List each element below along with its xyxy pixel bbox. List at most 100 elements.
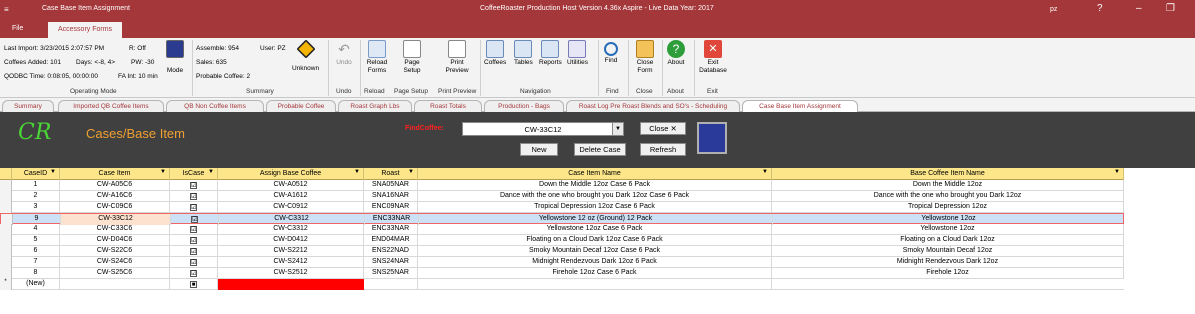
case-item-cell[interactable]: CW-C09C6	[60, 202, 170, 213]
record-selector[interactable]	[0, 246, 12, 257]
tab-qb-non-coffee-items[interactable]: QB Non Coffee Items	[166, 100, 264, 112]
exit-database-button[interactable]: ✕ Exit Database	[698, 40, 728, 75]
print-preview-button[interactable]: Print Preview	[441, 40, 473, 75]
case-item-cell[interactable]: CW-A05C6	[60, 180, 170, 191]
iscase-checkbox[interactable]: ☑	[190, 204, 197, 211]
column-header-assign-base-coffee[interactable]: Assign Base Coffee ▼	[218, 168, 364, 180]
quick-access-menu-icon[interactable]: ≡	[4, 5, 9, 14]
iscase-cell[interactable]: ☑	[170, 191, 218, 202]
new-record-row[interactable]: * (New) ■	[0, 279, 1124, 290]
chevron-down-icon[interactable]: ▼	[612, 123, 623, 135]
assign-base-coffee-cell[interactable]: CW-D0412	[218, 235, 364, 246]
table-row[interactable]: 6 CW-S22C6 ☑ CW-S2212 ENS22NAD Smoky Mountain…	[0, 246, 1124, 257]
tables-button[interactable]: Tables	[514, 40, 533, 67]
undo-button[interactable]: ↶ Undo	[333, 40, 355, 67]
close-button[interactable]: Close ✕	[640, 122, 686, 135]
record-selector[interactable]	[0, 268, 12, 279]
table-row[interactable]: 4 CW-C33C6 ☑ CW-C3312 ENC33NAR Yellowstone 12…	[0, 224, 1124, 235]
column-header-roast[interactable]: Roast ▼	[364, 168, 418, 180]
unknown-button[interactable]: Unknown	[292, 39, 319, 73]
new-assign-base-coffee-cell[interactable]	[218, 279, 364, 290]
new-iscase-cell[interactable]: ■	[170, 279, 218, 290]
new-record-iscase-checkbox[interactable]: ■	[190, 281, 197, 288]
help-icon[interactable]: ?	[1097, 3, 1103, 14]
iscase-checkbox[interactable]: ☑	[190, 259, 197, 266]
table-row[interactable]: 9 CW-33C12 ☑ CW-C3312 ENC33NAR Yellowstone 12…	[0, 213, 1125, 225]
case-item-cell[interactable]: CW-C33C6	[60, 224, 170, 235]
table-row[interactable]: 2 CW-A16C6 ☑ CW-A1612 SNA16NAR Dance with the…	[0, 191, 1124, 202]
iscase-checkbox[interactable]: ☑	[190, 182, 197, 189]
table-row[interactable]: 7 CW-S24C6 ☑ CW-S2412 SNS24NAR Midnight Rende…	[0, 257, 1124, 268]
find-coffee-combo[interactable]: CW-33C12 ▼	[462, 122, 624, 136]
table-row[interactable]: 1 CW-A05C6 ☑ CW-A0512 SNA05NAR Down the Middl…	[0, 180, 1124, 191]
iscase-checkbox[interactable]: ☑	[190, 237, 197, 244]
assign-base-coffee-cell[interactable]: CW-S2512	[218, 268, 364, 279]
iscase-checkbox[interactable]: ☑	[190, 270, 197, 277]
delete-case-button[interactable]: Delete Case	[574, 143, 626, 156]
iscase-cell[interactable]: ☑	[170, 257, 218, 268]
iscase-checkbox[interactable]: ☑	[190, 226, 197, 233]
record-selector[interactable]	[0, 202, 12, 213]
user-initials[interactable]: pz	[1050, 6, 1057, 13]
tab-roast-graph-lbs[interactable]: Roast Graph Lbs	[338, 100, 412, 112]
iscase-cell[interactable]: ☑	[170, 246, 218, 257]
iscase-checkbox[interactable]: ☑	[190, 193, 197, 200]
iscase-cell[interactable]: ☑	[170, 235, 218, 246]
tab-probable-coffee[interactable]: Probable Coffee	[266, 100, 336, 112]
assign-base-coffee-cell[interactable]: CW-S2212	[218, 246, 364, 257]
minimize-icon[interactable]: –	[1136, 3, 1142, 14]
iscase-checkbox[interactable]: ☑	[190, 248, 197, 255]
table-row[interactable]: 3 CW-C09C6 ☑ CW-C0912 ENC09NAR Tropical Depre…	[0, 202, 1124, 213]
case-item-cell[interactable]: CW-S24C6	[60, 257, 170, 268]
assign-base-coffee-cell[interactable]: CW-A1612	[218, 191, 364, 202]
tab-roast-log-scheduling[interactable]: Roast Log Pre Roast Blends and SO's - Sc…	[566, 100, 740, 112]
column-header-iscase[interactable]: IsCase ▼	[170, 168, 218, 180]
iscase-cell[interactable]: ☑	[170, 180, 218, 191]
find-button[interactable]: Find	[604, 40, 618, 65]
case-item-name-cell: Down the Middle 12oz Case 6 Pack	[418, 180, 772, 191]
record-selector[interactable]	[0, 191, 12, 202]
tab-roast-totals[interactable]: Roast Totals	[414, 100, 482, 112]
page-setup-button[interactable]: Page Setup	[399, 40, 425, 75]
tab-accessory-forms[interactable]: Accessory Forms	[48, 22, 123, 38]
restore-icon[interactable]: ❐	[1166, 3, 1175, 14]
utilities-button[interactable]: Utilities	[567, 40, 588, 67]
iscase-cell[interactable]: ☑	[170, 224, 218, 235]
case-item-cell[interactable]: CW-S25C6	[60, 268, 170, 279]
iscase-cell[interactable]: ☑	[170, 268, 218, 279]
case-item-cell[interactable]: CW-A16C6	[60, 191, 170, 202]
record-selector[interactable]	[0, 235, 12, 246]
assign-base-coffee-cell[interactable]: CW-C0912	[218, 202, 364, 213]
about-button[interactable]: ? About	[667, 40, 685, 67]
new-button[interactable]: New	[520, 143, 558, 156]
column-header-case-item[interactable]: Case Item ▼	[60, 168, 170, 180]
column-header-case-item-name[interactable]: Case Item Name ▼	[418, 168, 772, 180]
mode-button[interactable]: Mode	[166, 40, 184, 75]
reload-forms-button[interactable]: Reload Forms	[363, 40, 391, 75]
coffees-button[interactable]: Coffees	[484, 40, 506, 67]
table-row[interactable]: 5 CW-D04C6 ☑ CW-D0412 END04MAR Floating on a …	[0, 235, 1124, 246]
record-selector[interactable]	[0, 224, 12, 235]
record-selector[interactable]	[0, 180, 12, 191]
base-coffee-item-name-cell: Dance with the one who brought you Dark …	[772, 191, 1124, 202]
new-case-item-cell[interactable]	[60, 279, 170, 290]
tab-summary[interactable]: Summary	[2, 100, 54, 112]
column-header-caseid[interactable]: CaseID ▼	[12, 168, 60, 180]
table-row[interactable]: 8 CW-S25C6 ☑ CW-S2512 SNS25NAR Firehole 12oz …	[0, 268, 1124, 279]
close-form-button[interactable]: Close Form	[634, 40, 656, 75]
assign-base-coffee-cell[interactable]: CW-C3312	[218, 224, 364, 235]
iscase-cell[interactable]: ☑	[170, 202, 218, 213]
iscase-checkbox[interactable]: ☑	[191, 216, 198, 223]
tab-file[interactable]: File	[12, 25, 23, 32]
record-selector[interactable]	[0, 257, 12, 268]
assign-base-coffee-cell[interactable]: CW-S2412	[218, 257, 364, 268]
reports-button[interactable]: Reports	[539, 40, 562, 67]
refresh-button[interactable]: Refresh	[640, 143, 686, 156]
case-item-cell[interactable]: CW-D04C6	[60, 235, 170, 246]
tab-production-bags[interactable]: Production - Bags	[484, 100, 564, 112]
tab-imported-qb-coffee-items[interactable]: Imported QB Coffee Items	[58, 100, 164, 112]
assign-base-coffee-cell[interactable]: CW-A0512	[218, 180, 364, 191]
column-header-base-coffee-item-name[interactable]: Base Coffee Item Name ▼	[772, 168, 1124, 180]
case-item-cell[interactable]: CW-S22C6	[60, 246, 170, 257]
select-all-corner[interactable]	[0, 168, 12, 180]
